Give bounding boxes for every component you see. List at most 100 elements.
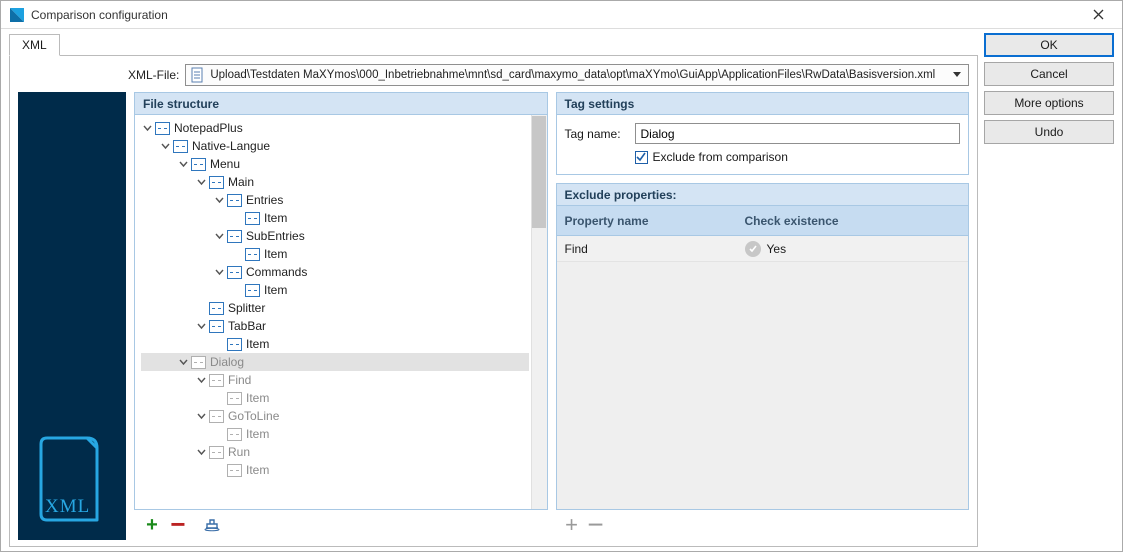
tree-node[interactable]: Item — [141, 425, 529, 443]
app-icon — [9, 7, 25, 23]
chevron-down-icon[interactable] — [195, 410, 207, 422]
xml-node-icon — [227, 428, 242, 441]
more-options-button[interactable]: More options — [984, 91, 1114, 115]
xml-node-icon — [209, 302, 224, 315]
xml-node-icon — [209, 176, 224, 189]
left-badge: XML — [18, 92, 126, 540]
window-title: Comparison configuration — [31, 8, 1082, 22]
tree-node[interactable]: NotepadPlus — [141, 119, 529, 137]
tabs: XML — [9, 33, 978, 56]
dropdown-icon[interactable] — [950, 72, 964, 78]
xml-node-icon — [209, 446, 224, 459]
tree-node[interactable]: Splitter — [141, 299, 529, 317]
ok-button[interactable]: OK — [984, 33, 1114, 57]
chevron-down-icon[interactable] — [159, 140, 171, 152]
col-property-name: Property name — [557, 214, 737, 228]
tree-node[interactable]: Item — [141, 281, 529, 299]
xml-node-icon — [245, 284, 260, 297]
tree-node[interactable]: Menu — [141, 155, 529, 173]
title-bar: Comparison configuration — [1, 1, 1122, 29]
tag-name-label: Tag name: — [565, 127, 627, 141]
chevron-down-icon[interactable] — [195, 176, 207, 188]
xml-node-icon — [209, 374, 224, 387]
file-structure-header: File structure — [135, 93, 547, 115]
tree-node[interactable]: Find — [141, 371, 529, 389]
tree-node-label: Menu — [210, 157, 240, 171]
xml-node-icon — [245, 248, 260, 261]
scrollbar[interactable] — [531, 115, 547, 509]
xml-node-icon — [227, 194, 242, 207]
exclude-label: Exclude from comparison — [653, 150, 788, 164]
xml-node-icon — [245, 212, 260, 225]
tree-node[interactable]: Item — [141, 335, 529, 353]
xml-tree[interactable]: NotepadPlus Native-Langue Menu Main Entries I… — [135, 115, 531, 509]
tree-node[interactable]: SubEntries — [141, 227, 529, 245]
xml-file-selector[interactable]: Upload\Testdaten MaXYmos\000_Inbetriebna… — [185, 64, 969, 86]
chevron-down-icon[interactable] — [213, 266, 225, 278]
cancel-button[interactable]: Cancel — [984, 62, 1114, 86]
tree-node-label: TabBar — [228, 319, 266, 333]
tree-node-label: Native-Langue — [192, 139, 270, 153]
scrollbar-thumb[interactable] — [532, 116, 546, 228]
tree-node-label: GoToLine — [228, 409, 279, 423]
tree-node-label: Main — [228, 175, 254, 189]
exclude-properties-header: Exclude properties: — [557, 184, 969, 206]
tree-node[interactable]: Item — [141, 461, 529, 479]
tree-node-label: Splitter — [228, 301, 265, 315]
exclude-properties-panel: Exclude properties: Property name Check … — [556, 183, 970, 510]
tree-leaf-spacer — [213, 392, 225, 404]
exclude-row-check: Yes — [737, 241, 969, 257]
exclude-checkbox[interactable] — [635, 151, 648, 164]
tree-node[interactable]: Native-Langue — [141, 137, 529, 155]
chevron-down-icon[interactable] — [213, 194, 225, 206]
tree-node[interactable]: Run — [141, 443, 529, 461]
tag-name-input[interactable] — [635, 123, 961, 144]
tab-xml[interactable]: XML — [9, 34, 60, 56]
chevron-down-icon[interactable] — [213, 230, 225, 242]
tree-node[interactable]: Item — [141, 389, 529, 407]
exclude-row-check-label: Yes — [767, 242, 787, 256]
tree-node-label: Item — [246, 463, 269, 477]
undo-button[interactable]: Undo — [984, 120, 1114, 144]
tree-node-label: SubEntries — [246, 229, 305, 243]
exclude-add-button[interactable]: + — [562, 514, 582, 536]
file-icon — [190, 67, 206, 83]
chevron-down-icon[interactable] — [195, 374, 207, 386]
xml-node-icon — [209, 320, 224, 333]
tree-node[interactable]: Entries — [141, 191, 529, 209]
tree-node-label: Item — [246, 391, 269, 405]
chevron-down-icon[interactable] — [177, 158, 189, 170]
tree-node-label: Dialog — [210, 355, 244, 369]
exclude-row: Exclude from comparison — [565, 150, 961, 164]
exclude-remove-button[interactable]: − — [586, 518, 606, 532]
tree-node[interactable]: Commands — [141, 263, 529, 281]
remove-button[interactable]: − — [168, 517, 188, 533]
tree-node[interactable]: Main — [141, 173, 529, 191]
tree-leaf-spacer — [231, 248, 243, 260]
right-column: Tag settings Tag name: — [556, 92, 970, 540]
chevron-down-icon[interactable] — [195, 446, 207, 458]
close-button[interactable] — [1082, 3, 1114, 27]
tree-node-label: Entries — [246, 193, 283, 207]
tree-node-label: Find — [228, 373, 251, 387]
chevron-down-icon[interactable] — [141, 122, 153, 134]
tree-node[interactable]: GoToLine — [141, 407, 529, 425]
tree-node-label: Item — [246, 337, 269, 351]
chevron-down-icon[interactable] — [195, 320, 207, 332]
chevron-down-icon[interactable] — [177, 356, 189, 368]
open-file-icon[interactable] — [204, 516, 222, 535]
tree-node-label: NotepadPlus — [174, 121, 243, 135]
window-body: XML XML-File: Upload\Testdaten MaXYmos\0… — [1, 29, 1122, 551]
exclude-table-row[interactable]: FindYes — [557, 236, 969, 262]
tree-toolbar: + − — [134, 510, 548, 540]
xml-node-icon — [227, 338, 242, 351]
file-structure-panel: File structure NotepadPlus Native-Langue M… — [134, 92, 548, 510]
add-button[interactable]: + — [142, 515, 162, 535]
tree-node[interactable]: Item — [141, 209, 529, 227]
tree-node[interactable]: Item — [141, 245, 529, 263]
tree-node[interactable]: TabBar — [141, 317, 529, 335]
tag-settings-panel: Tag settings Tag name: — [556, 92, 970, 175]
xml-icon: XML — [37, 434, 107, 524]
exclude-table-header: Property name Check existence — [557, 206, 969, 236]
tree-node[interactable]: Dialog — [141, 353, 529, 371]
